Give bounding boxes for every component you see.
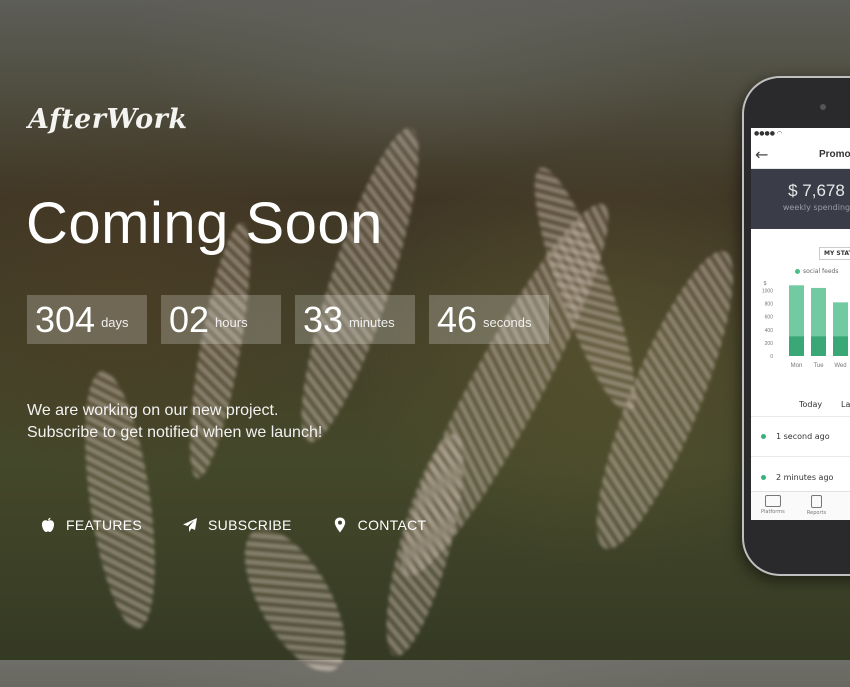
back-arrow-icon[interactable]: ← — [755, 145, 795, 164]
y-tick-label: 400 — [765, 328, 774, 334]
page-title: Coming Soon — [26, 191, 383, 256]
x-tick-label: Mon — [791, 363, 803, 369]
tab-more[interactable]: L — [838, 492, 850, 520]
spending-label: weekly spending — [782, 203, 850, 212]
nav-subscribe-label: SUBSCRIBE — [208, 517, 292, 533]
apple-icon — [40, 517, 56, 533]
footer-nav: FEATURES SUBSCRIBE CONTACT — [40, 517, 466, 533]
y-tick-label: 600 — [765, 315, 774, 321]
my-stats-button[interactable]: MY STAT — [819, 247, 850, 260]
paper-plane-icon — [182, 517, 198, 533]
activity-time: 1 second ago — [776, 432, 830, 441]
y-axis-unit: $ — [764, 281, 767, 287]
countdown-minutes-value: 33 — [303, 298, 344, 340]
nav-features[interactable]: FEATURES — [40, 517, 142, 533]
tab-platforms[interactable]: Platforms — [751, 492, 795, 520]
legend-label: social feeds — [803, 268, 839, 275]
app-bar: ← Promo — [751, 140, 850, 169]
y-tick-label: 800 — [765, 302, 774, 308]
activity-dot — [761, 475, 766, 480]
bar-base — [789, 336, 804, 356]
description-line-1: We are working on our new project. — [27, 402, 279, 419]
platforms-tab-icon — [764, 495, 781, 507]
tab-platforms-label: Platforms — [760, 509, 785, 515]
spending-value: $ 7,678 — [788, 181, 845, 200]
countdown-hours-value: 02 — [169, 298, 210, 340]
description-line-2: Subscribe to get notified when we launch… — [27, 424, 323, 441]
mini-bar-chart: $1000 800 600 400 200 0 Mon Tue Wed — [762, 281, 848, 369]
countdown-hours: 02 hours — [161, 295, 281, 344]
countdown: 304 days 02 hours 33 minutes 46 seconds — [27, 295, 549, 344]
countdown-days-value: 304 — [35, 298, 96, 340]
legend-dot — [795, 269, 800, 274]
y-tick-label: 1000 — [762, 289, 773, 295]
countdown-seconds-value: 46 — [437, 298, 478, 340]
nav-subscribe[interactable]: SUBSCRIBE — [182, 517, 292, 533]
nav-contact[interactable]: CONTACT — [332, 517, 427, 533]
countdown-days-unit: days — [101, 315, 129, 330]
phone-tab-bar: Platforms Reports L — [751, 491, 850, 520]
bar-base — [833, 336, 848, 356]
next-period-label[interactable]: La — [841, 400, 850, 409]
brand-logo[interactable]: AfterWork — [28, 104, 188, 135]
divider — [751, 456, 850, 457]
phone-mockup: ●●●● ◠ ← Promo $ 7,678 weekly spending M… — [742, 76, 850, 576]
countdown-minutes-unit: minutes — [349, 315, 395, 330]
nav-contact-label: CONTACT — [357, 517, 427, 533]
tab-reports[interactable]: Reports — [795, 492, 839, 520]
x-tick-label: Wed — [834, 363, 846, 369]
countdown-minutes: 33 minutes — [295, 295, 415, 344]
countdown-seconds: 46 seconds — [429, 295, 549, 344]
y-tick-label: 200 — [765, 341, 774, 347]
y-tick-label: 0 — [770, 354, 773, 360]
activity-dot — [761, 434, 766, 439]
reports-tab-icon — [811, 495, 822, 508]
countdown-hours-unit: hours — [215, 315, 248, 330]
divider — [751, 416, 850, 417]
spending-panel: $ 7,678 weekly spending — [751, 169, 850, 229]
nav-features-label: FEATURES — [66, 517, 143, 533]
x-tick-label: Tue — [813, 363, 824, 369]
activity-time: 2 minutes ago — [776, 473, 834, 482]
app-title: Promo — [819, 148, 850, 160]
map-marker-icon — [332, 517, 348, 533]
phone-status-bar: ●●●● ◠ — [754, 130, 783, 137]
countdown-days: 304 days — [27, 295, 147, 344]
bar-base — [811, 336, 826, 356]
phone-camera — [820, 104, 826, 110]
activity-item[interactable]: 1 second ago — [761, 432, 830, 441]
description: We are working on our new project. Subsc… — [27, 400, 322, 444]
activity-item[interactable]: 2 minutes ago — [761, 473, 833, 482]
today-label[interactable]: Today — [799, 400, 822, 409]
tab-reports-label: Reports — [806, 510, 827, 516]
countdown-seconds-unit: seconds — [483, 315, 532, 330]
chart-legend: social feeds — [795, 268, 838, 275]
phone-screen: ●●●● ◠ ← Promo $ 7,678 weekly spending M… — [751, 128, 850, 520]
